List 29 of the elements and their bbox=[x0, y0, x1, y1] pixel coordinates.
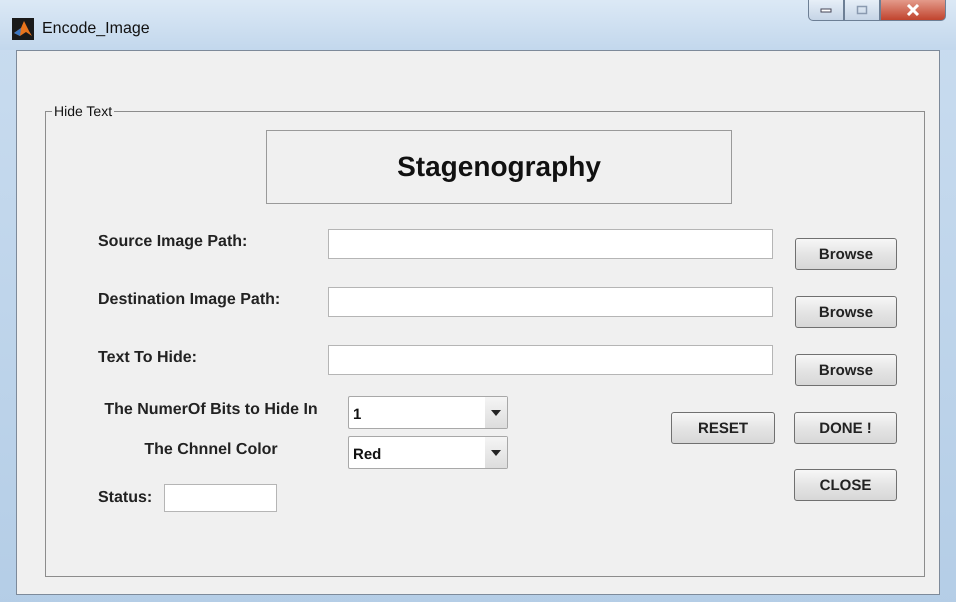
caret-icon bbox=[491, 410, 501, 416]
dropdown-label: The NumerOf Bits to Hide In bbox=[103, 400, 319, 420]
app-icon bbox=[12, 18, 34, 40]
status-label: Status: bbox=[98, 489, 152, 507]
status-field[interactable] bbox=[164, 484, 278, 512]
caret-icon bbox=[491, 450, 501, 456]
browse-button[interactable]: Browse bbox=[795, 238, 897, 270]
app-heading: Stagenography bbox=[397, 151, 601, 183]
path-field[interactable] bbox=[328, 287, 773, 317]
dropdown[interactable]: Red bbox=[348, 436, 508, 469]
path-field[interactable] bbox=[328, 229, 773, 259]
field-label: Source Image Path: bbox=[98, 232, 248, 251]
window-title: Encode_Image bbox=[42, 20, 150, 38]
panel-legend: Hide Text bbox=[52, 103, 114, 119]
browse-button[interactable]: Browse bbox=[795, 296, 897, 328]
dropdown[interactable]: 1 bbox=[348, 396, 508, 429]
maximize-icon bbox=[856, 5, 868, 15]
dropdown-label: The Chnnel Color bbox=[143, 440, 279, 460]
field-label: Text To Hide: bbox=[98, 348, 198, 367]
action-button[interactable]: CLOSE bbox=[794, 469, 897, 501]
action-button[interactable]: RESET bbox=[671, 412, 775, 444]
close-icon bbox=[906, 4, 920, 16]
path-field[interactable] bbox=[328, 345, 773, 375]
minimize-button[interactable] bbox=[808, 0, 844, 21]
action-button[interactable]: DONE ! bbox=[794, 412, 897, 444]
field-label: Destination Image Path: bbox=[98, 290, 282, 309]
minimize-icon bbox=[820, 7, 832, 13]
browse-button[interactable]: Browse bbox=[795, 354, 897, 386]
close-button[interactable] bbox=[880, 0, 946, 21]
